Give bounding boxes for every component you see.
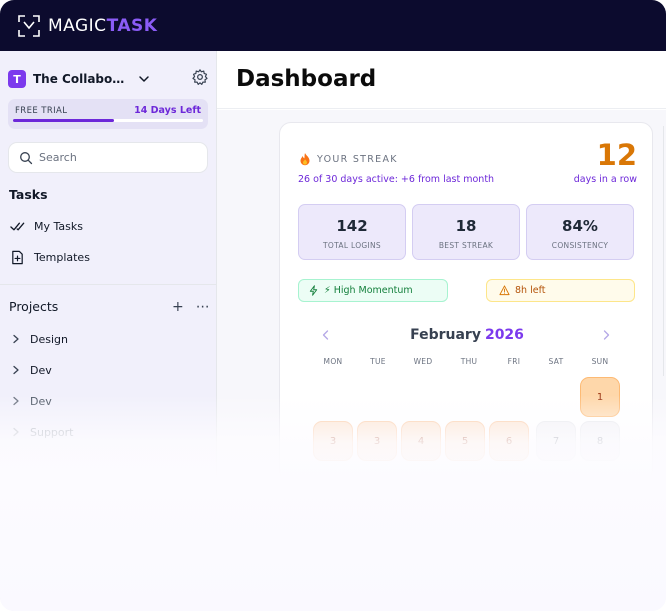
weekday-label: TUE	[370, 357, 386, 366]
stat-value: 142	[336, 217, 368, 235]
magictask-logo-icon	[18, 14, 40, 37]
momentum-badge: ⚡ High Momentum	[298, 279, 448, 302]
stat-value: 84%	[562, 217, 598, 235]
sidebar-item-label: Templates	[34, 250, 90, 264]
bolt-icon	[309, 285, 318, 296]
project-item[interactable]: Dev	[11, 362, 52, 378]
stat-label: CONSISTENCY	[551, 241, 609, 250]
calendar-day[interactable]: 5	[445, 421, 485, 461]
search-icon	[20, 151, 33, 164]
trial-label: FREE TRIAL	[15, 106, 68, 116]
momentum-text: ⚡ High Momentum	[324, 285, 413, 296]
streak-label: YOUR STREAK	[317, 153, 398, 165]
fire-icon	[300, 153, 310, 166]
sidebar-item-templates[interactable]: Templates	[10, 248, 90, 266]
chevron-right-icon	[13, 334, 19, 344]
sidebar-item-my-tasks[interactable]: My Tasks	[10, 217, 83, 235]
logo-task: TASK	[106, 15, 158, 36]
calendar-day[interactable]: 3	[357, 421, 397, 461]
stat-label: TOTAL LOGINS	[323, 241, 381, 250]
main-body: YOUR STREAK 26 of 30 days active: +6 fro…	[217, 110, 666, 611]
project-item[interactable]: Dev	[11, 393, 52, 409]
workspace-switcher[interactable]: T The Collaborativ...	[8, 68, 208, 90]
add-document-icon	[12, 250, 23, 264]
stat-consistency: 84% CONSISTENCY	[526, 204, 634, 260]
page-title: Dashboard	[236, 66, 377, 92]
stat-value: 18	[455, 217, 477, 235]
chevron-right-icon	[13, 396, 19, 406]
app-logo-text: MAGICTASK	[48, 16, 157, 36]
streak-subtitle: 26 of 30 days active: +6 from last month	[298, 174, 495, 185]
weekday-label: SUN	[591, 357, 609, 366]
chevron-right-icon	[13, 365, 19, 375]
warning-icon	[499, 285, 510, 296]
free-trial-banner[interactable]: FREE TRIAL 14 Days Left	[8, 99, 208, 129]
project-label: Design	[30, 332, 68, 346]
add-project-icon[interactable]: +	[172, 299, 184, 315]
project-item[interactable]: Design	[11, 331, 68, 347]
calendar-day[interactable]: 6	[489, 421, 529, 461]
stat-label: BEST STREAK	[438, 241, 494, 250]
sidebar-item-label: My Tasks	[34, 219, 83, 233]
workspace-name: The Collaborativ...	[33, 72, 129, 86]
double-check-icon	[10, 222, 25, 230]
workspace-avatar: T	[8, 70, 26, 88]
gear-icon[interactable]	[191, 68, 209, 86]
streak-card: YOUR STREAK 26 of 30 days active: +6 fro…	[279, 122, 653, 482]
calendar-day[interactable]: 1	[580, 377, 620, 417]
projects-section-title: Projects	[9, 299, 59, 314]
main-header: Dashboard	[217, 51, 666, 109]
chevron-right-icon	[13, 427, 19, 437]
sidebar: T The Collaborativ... FREE TRIAL 14 Days…	[0, 51, 217, 611]
trial-progress-fill	[13, 119, 114, 122]
more-options-icon[interactable]: ⋯	[196, 299, 210, 315]
app-window: MAGICTASK T The Collaborativ... FREE TRI…	[0, 0, 666, 611]
stat-total-logins: 142 TOTAL LOGINS	[298, 204, 406, 260]
top-bar: MAGICTASK	[0, 0, 666, 51]
logo-magic: MAGIC	[48, 15, 107, 36]
project-label: Support	[30, 425, 74, 439]
search-input[interactable]	[39, 151, 199, 164]
weekday-label: FRI	[507, 357, 521, 366]
project-item[interactable]: Support	[11, 424, 73, 440]
panel-edge	[663, 126, 664, 376]
weekday-label: WED	[413, 357, 433, 366]
trial-progress-track	[13, 119, 203, 122]
calendar-day[interactable]: 3	[313, 421, 353, 461]
calendar-day[interactable]: 4	[401, 421, 441, 461]
time-left-text: 8h left	[515, 285, 546, 296]
streak-count: 12	[596, 138, 637, 172]
weekday-label: MON	[323, 357, 343, 366]
streak-unit: days in a row	[573, 174, 637, 185]
sidebar-divider	[0, 284, 217, 285]
main-content: Dashboard YOUR STREAK 26 of 30 days acti…	[217, 51, 666, 611]
trial-days-left: 14 Days Left	[134, 105, 201, 116]
time-left-badge: 8h left	[486, 279, 635, 302]
chevron-down-icon[interactable]	[137, 72, 151, 86]
stat-best-streak: 18 BEST STREAK	[412, 204, 520, 260]
calendar-month: February	[410, 327, 481, 343]
calendar-title: February 2026	[280, 327, 654, 343]
project-label: Dev	[30, 394, 52, 408]
project-label: Dev	[30, 363, 52, 377]
weekday-label: SAT	[548, 357, 564, 366]
tasks-section-title: Tasks	[9, 187, 48, 202]
calendar-day[interactable]: 7	[536, 421, 576, 461]
search-box[interactable]	[8, 142, 208, 173]
streak-header: YOUR STREAK	[298, 152, 398, 166]
weekday-label: THU	[460, 357, 478, 366]
calendar-next-icon[interactable]	[600, 329, 612, 341]
calendar-year: 2026	[484, 327, 524, 343]
projects-actions: + ⋯	[172, 299, 210, 315]
calendar-day[interactable]: 8	[580, 421, 620, 461]
